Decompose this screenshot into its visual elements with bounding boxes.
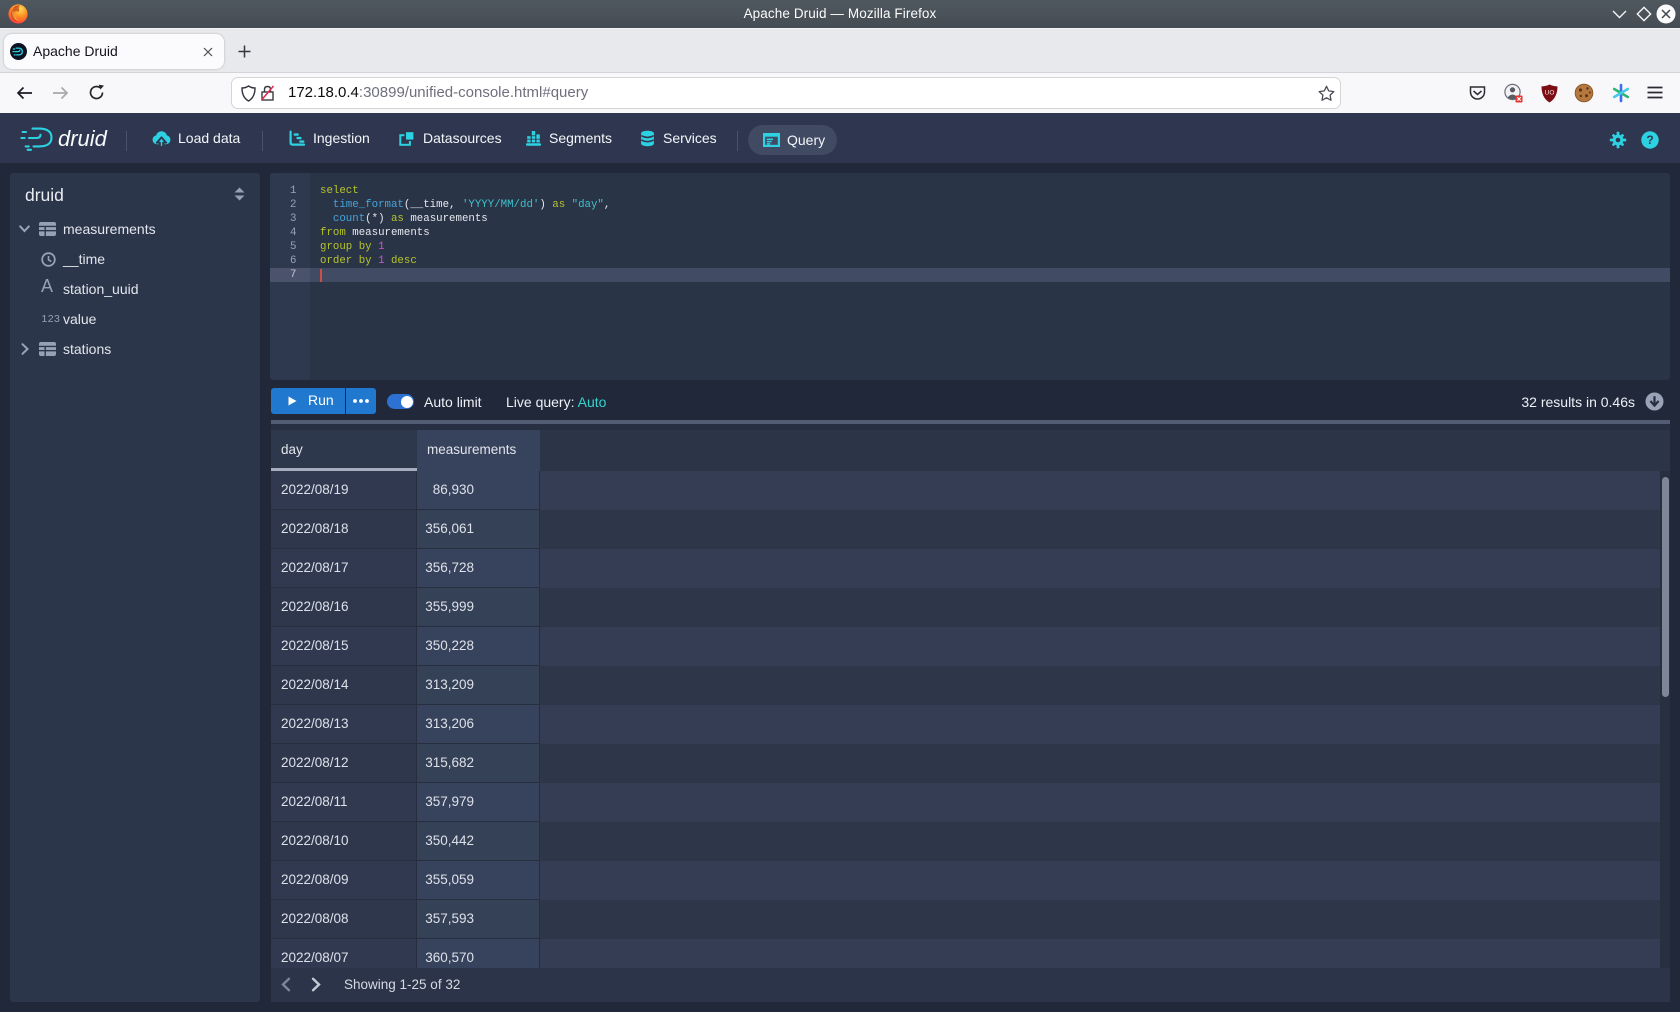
svg-text:?: ? bbox=[1646, 133, 1653, 147]
svg-text:UO: UO bbox=[1545, 90, 1555, 97]
